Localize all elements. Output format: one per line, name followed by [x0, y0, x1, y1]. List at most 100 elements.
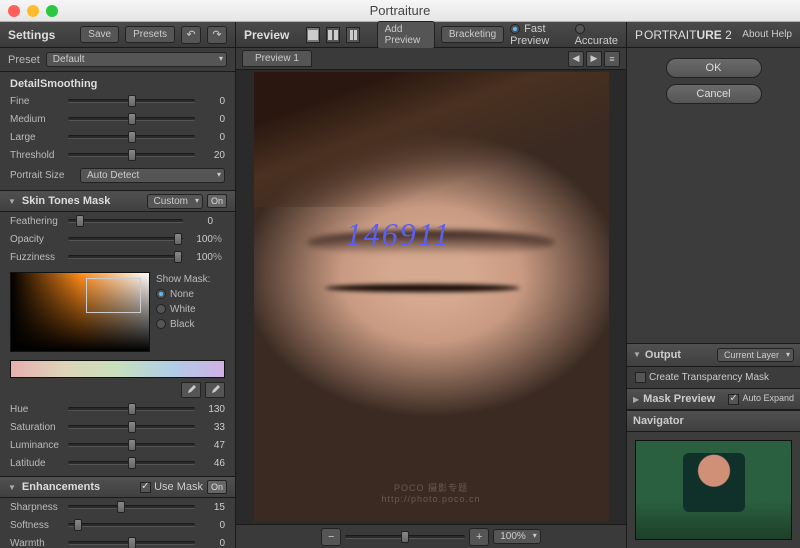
luminance-label: Luminance	[10, 440, 68, 451]
enh-on-toggle[interactable]: On	[207, 480, 227, 494]
zoom-dropdown[interactable]: 100%	[493, 529, 541, 544]
preview-canvas[interactable]: 146911 POCO 摄影专题 http://photo.poco.cn	[236, 70, 626, 524]
hue-slider[interactable]	[68, 407, 195, 411]
softness-slider[interactable]	[68, 523, 195, 527]
threshold-slider[interactable]	[68, 153, 195, 157]
latitude-value: 46	[195, 458, 225, 469]
navigator-thumbnail[interactable]	[635, 440, 792, 540]
threshold-label: Threshold	[10, 150, 68, 161]
zoom-in-button[interactable]: +	[469, 528, 489, 546]
undo-icon[interactable]: ↶	[181, 26, 201, 44]
softness-value: 0	[195, 520, 225, 531]
mask-black-radio[interactable]: Black	[156, 317, 225, 332]
tab-menu-icon[interactable]: ≡	[604, 51, 620, 67]
latitude-label: Latitude	[10, 458, 68, 469]
preview-label: Preview	[244, 28, 289, 42]
large-label: Large	[10, 132, 68, 143]
saturation-slider[interactable]	[68, 425, 195, 429]
presets-button[interactable]: Presets	[125, 26, 175, 43]
saturation-label: Saturation	[10, 422, 68, 433]
zoom-slider[interactable]	[345, 535, 465, 539]
output-layer-dropdown[interactable]: Current Layer	[717, 348, 794, 362]
enhancements-title: Enhancements	[22, 481, 136, 493]
medium-value: 0	[195, 114, 225, 125]
skin-tones-title: Skin Tones Mask	[22, 195, 143, 207]
threshold-value: 20	[195, 150, 225, 161]
fuzziness-slider[interactable]	[68, 255, 183, 259]
overlay-number: 146911	[346, 216, 452, 253]
view-single-icon[interactable]	[306, 27, 320, 43]
show-mask-label: Show Mask:	[156, 272, 225, 287]
medium-label: Medium	[10, 114, 68, 125]
opacity-slider[interactable]	[68, 237, 183, 241]
hue-label: Hue	[10, 404, 68, 415]
navigator-title: Navigator	[633, 415, 794, 427]
mask-none-radio[interactable]: None	[156, 287, 225, 302]
feathering-slider[interactable]	[68, 219, 183, 223]
collapse-icon[interactable]: ▼	[8, 483, 16, 492]
mask-preview-title: Mask Preview	[643, 393, 724, 405]
tab-prev-icon[interactable]: ◀	[568, 51, 584, 67]
latitude-slider[interactable]	[68, 461, 195, 465]
opacity-label: Opacity	[10, 234, 68, 245]
about-link[interactable]: About	[742, 29, 768, 40]
add-preview-button[interactable]: Add Preview	[377, 21, 435, 49]
zoom-out-button[interactable]: −	[321, 528, 341, 546]
skin-custom-dropdown[interactable]: Custom	[147, 194, 203, 209]
luminance-value: 47	[195, 440, 225, 451]
feathering-label: Feathering	[10, 216, 68, 227]
opacity-value: 100	[183, 234, 213, 245]
cancel-button[interactable]: Cancel	[666, 84, 762, 104]
softness-label: Softness	[10, 520, 68, 531]
collapse-icon[interactable]: ▶	[633, 395, 639, 404]
eyedropper-icon[interactable]	[181, 382, 201, 398]
preset-dropdown[interactable]: Default	[46, 52, 227, 67]
bracketing-button[interactable]: Bracketing	[441, 26, 504, 43]
window-title: Portraiture	[8, 3, 792, 18]
sharpness-label: Sharpness	[10, 502, 68, 513]
output-title: Output	[645, 349, 713, 361]
help-link[interactable]: Help	[771, 29, 792, 40]
fine-label: Fine	[10, 96, 68, 107]
tab-next-icon[interactable]: ▶	[586, 51, 602, 67]
spectrum-bar[interactable]	[10, 360, 225, 378]
accurate-radio[interactable]: Accurate	[575, 23, 618, 47]
fine-value: 0	[195, 96, 225, 107]
fast-preview-radio[interactable]: Fast Preview	[510, 23, 568, 47]
large-slider[interactable]	[68, 135, 195, 139]
sharpness-value: 15	[195, 502, 225, 513]
collapse-icon[interactable]: ▼	[633, 350, 641, 359]
ok-button[interactable]: OK	[666, 58, 762, 78]
product-title: PORTRAITURE 2	[635, 28, 732, 42]
settings-label: Settings	[8, 28, 55, 42]
fuzziness-value: 100	[183, 252, 213, 263]
medium-slider[interactable]	[68, 117, 195, 121]
watermark: POCO 摄影专题 http://photo.poco.cn	[254, 481, 609, 504]
transparency-checkbox[interactable]: Create Transparency Mask	[627, 367, 800, 388]
sharpness-slider[interactable]	[68, 505, 195, 509]
collapse-icon[interactable]: ▼	[8, 197, 16, 206]
preset-label: Preset	[8, 54, 40, 66]
view-split-v-icon[interactable]	[346, 27, 360, 43]
use-mask-checkbox[interactable]: Use Mask	[140, 481, 203, 493]
hue-value: 130	[195, 404, 225, 415]
save-button[interactable]: Save	[80, 26, 119, 43]
portrait-size-label: Portrait Size	[10, 170, 80, 181]
warmth-value: 0	[195, 538, 225, 548]
color-picker[interactable]	[10, 272, 150, 352]
skin-on-toggle[interactable]: On	[207, 194, 227, 208]
eyedropper-add-icon[interactable]	[205, 382, 225, 398]
view-split-h-icon[interactable]	[326, 27, 340, 43]
warmth-slider[interactable]	[68, 541, 195, 545]
feathering-value: 0	[183, 216, 213, 227]
auto-expand-checkbox[interactable]: Auto Expand	[728, 393, 794, 404]
saturation-value: 33	[195, 422, 225, 433]
redo-icon[interactable]: ↷	[207, 26, 227, 44]
portrait-size-dropdown[interactable]: Auto Detect	[80, 168, 225, 183]
detail-smoothing-title: DetailSmoothing	[0, 72, 235, 92]
tab-preview-1[interactable]: Preview 1	[242, 50, 312, 67]
fine-slider[interactable]	[68, 99, 195, 103]
mask-white-radio[interactable]: White	[156, 302, 225, 317]
luminance-slider[interactable]	[68, 443, 195, 447]
warmth-label: Warmth	[10, 538, 68, 548]
